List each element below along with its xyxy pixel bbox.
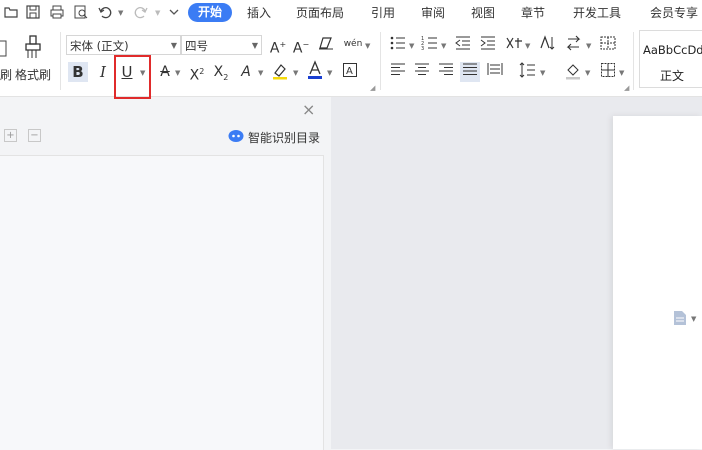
sort-icon[interactable]	[537, 35, 557, 55]
divider	[380, 32, 381, 90]
print-icon[interactable]	[48, 4, 66, 22]
bullets-dropdown-icon[interactable]: ▼	[409, 42, 414, 50]
pinyin-glyph: wén	[343, 39, 363, 49]
borders-dropdown-icon[interactable]: ▼	[619, 69, 624, 77]
folder-icon[interactable]	[2, 4, 20, 22]
ribbon: 刷 格式刷 宋体 (正文) ▼ 四号 ▼ A+ A− wén ▼ B I U ▼ A…	[0, 26, 702, 97]
chinese-layout-dropdown-icon[interactable]: ▼	[525, 42, 530, 50]
font-size-value: 四号	[185, 39, 208, 53]
dropdown-arrow-icon: ▼	[251, 41, 258, 50]
dialog-launcher-icon[interactable]: ◢	[370, 84, 375, 92]
highlight-icon[interactable]	[270, 62, 290, 82]
tab-insert[interactable]: 插入	[247, 5, 271, 21]
borders-icon[interactable]	[598, 62, 618, 82]
show-hide-marks-icon[interactable]	[564, 35, 584, 55]
style-gallery-item[interactable]: AaBbCcDd 正文	[639, 30, 702, 88]
redo-icon[interactable]	[132, 4, 150, 22]
distribute-icon[interactable]	[485, 62, 505, 82]
font-color-icon[interactable]	[305, 60, 325, 80]
decrease-indent-icon[interactable]	[453, 35, 473, 55]
increase-indent-icon[interactable]	[478, 35, 498, 55]
document-icon[interactable]	[673, 310, 687, 326]
grow-font-icon[interactable]: A+	[268, 35, 288, 57]
document-dropdown-icon[interactable]: ▼	[691, 315, 696, 323]
text-effect-icon[interactable]: A	[236, 62, 256, 82]
style-preview-text: AaBbCcDd	[643, 43, 702, 57]
toc-list	[0, 155, 324, 450]
superscript-icon[interactable]: X2	[187, 62, 207, 84]
chinese-layout-icon[interactable]	[504, 35, 524, 55]
divider	[60, 32, 61, 90]
show-hide-dropdown-icon[interactable]: ▼	[586, 42, 591, 50]
align-right-icon[interactable]	[436, 62, 456, 82]
italic-button[interactable]: I	[93, 62, 113, 82]
more-chevron-icon[interactable]	[168, 6, 180, 20]
tab-review[interactable]: 审阅	[421, 5, 445, 21]
strikethrough-icon[interactable]: A	[155, 62, 175, 82]
tab-page-layout[interactable]: 页面布局	[296, 5, 344, 21]
svg-text:A: A	[346, 66, 353, 77]
bold-button[interactable]: B	[68, 62, 88, 82]
tab-references[interactable]: 引用	[371, 5, 395, 21]
expand-all-icon[interactable]: +	[4, 129, 17, 142]
font-name-select[interactable]: 宋体 (正文) ▼	[66, 35, 181, 55]
numbering-icon[interactable]: 123	[420, 35, 440, 55]
tab-start[interactable]: 开始	[188, 3, 232, 22]
shading-dropdown-icon[interactable]: ▼	[585, 69, 590, 77]
text-effect-dropdown-icon[interactable]: ▼	[258, 69, 263, 77]
numbering-dropdown-icon[interactable]: ▼	[441, 42, 446, 50]
save-icon[interactable]	[24, 4, 42, 22]
pinyin-guide-icon[interactable]: wén	[342, 34, 364, 54]
tab-member[interactable]: 会员专享	[650, 5, 698, 21]
align-left-icon[interactable]	[388, 62, 408, 82]
print-preview-icon[interactable]	[72, 4, 90, 22]
svg-text:3: 3	[421, 46, 424, 51]
style-name-label: 正文	[660, 69, 685, 83]
undo-icon[interactable]	[96, 4, 114, 22]
smart-toc-icon[interactable]	[228, 129, 244, 143]
undo-dropdown-icon[interactable]: ▼	[118, 9, 123, 17]
character-border-icon[interactable]: A	[340, 62, 360, 82]
menu-bar: ▼ ▼ 开始 插入 页面布局 引用 审阅 视图 章节 开发工具 会员专享	[0, 0, 702, 26]
font-name-value: 宋体 (正文)	[70, 39, 129, 53]
cut-label-partial: 刷	[0, 68, 13, 82]
clear-format-icon[interactable]	[316, 35, 336, 55]
pinyin-dropdown-icon[interactable]: ▼	[365, 42, 370, 50]
align-center-icon[interactable]	[412, 62, 432, 82]
font-size-select[interactable]: 四号 ▼	[181, 35, 262, 55]
shading-icon[interactable]	[563, 62, 583, 82]
font-color-dropdown-icon[interactable]: ▼	[327, 69, 332, 77]
dialog-launcher-icon[interactable]: ◢	[624, 84, 629, 92]
annotation-highlight-box	[114, 55, 151, 99]
collapse-all-icon[interactable]: −	[28, 129, 41, 142]
tab-developer[interactable]: 开发工具	[573, 5, 621, 21]
line-spacing-icon[interactable]	[517, 62, 537, 82]
format-painter-icon[interactable]	[22, 34, 46, 60]
paste-icon-partial[interactable]	[0, 38, 8, 58]
justify-icon[interactable]	[460, 62, 480, 82]
bullets-icon[interactable]	[388, 35, 408, 55]
line-spacing-dropdown-icon[interactable]: ▼	[540, 69, 545, 77]
redo-dropdown-icon[interactable]: ▼	[155, 9, 160, 17]
format-painter-label[interactable]: 格式刷	[15, 66, 51, 83]
dropdown-arrow-icon: ▼	[170, 41, 177, 50]
strikethrough-dropdown-icon[interactable]: ▼	[175, 69, 180, 77]
highlight-dropdown-icon[interactable]: ▼	[293, 69, 298, 77]
tab-chapter[interactable]: 章节	[521, 5, 545, 21]
table-icon[interactable]	[598, 35, 618, 55]
divider	[633, 32, 634, 90]
smart-toc-label[interactable]: 智能识别目录	[248, 129, 320, 146]
close-pane-icon[interactable]: ×	[302, 100, 315, 119]
tab-view[interactable]: 视图	[471, 5, 495, 21]
shrink-font-icon[interactable]: A−	[291, 35, 311, 57]
subscript-icon[interactable]: X2	[211, 62, 231, 82]
document-page[interactable]: ▼	[613, 116, 702, 449]
